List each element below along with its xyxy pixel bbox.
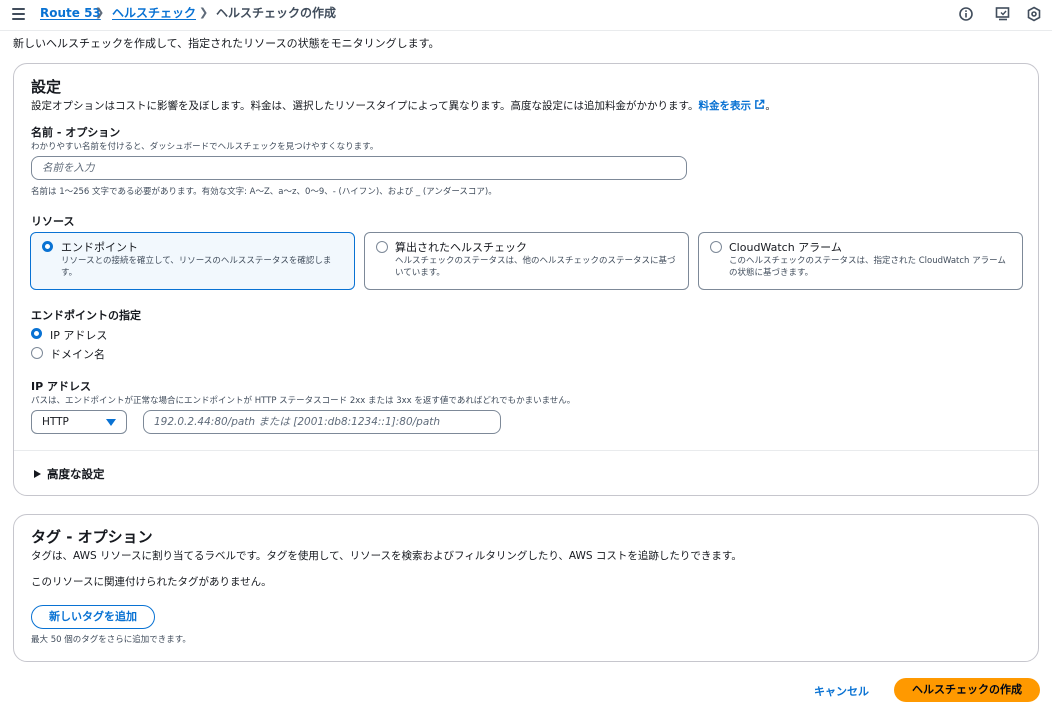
ip-address-label: IP アドレス <box>31 380 91 393</box>
resource-tile-title: CloudWatch アラーム <box>729 241 842 254</box>
resource-tile-endpoint[interactable]: エンドポイント リソースとの接続を確立して、リソースのヘルスステータスを確認しま… <box>30 232 355 290</box>
caret-down-icon <box>106 419 116 426</box>
caret-right-icon <box>34 470 41 478</box>
section-divider <box>14 450 1038 451</box>
protocol-select-value: HTTP <box>42 416 69 428</box>
add-tag-button[interactable]: 新しいタグを追加 <box>31 605 155 629</box>
settings-hexagon-icon[interactable] <box>1026 6 1042 22</box>
tags-empty-text: このリソースに関連付けられたタグがありません。 <box>31 576 272 588</box>
view-pricing-link[interactable]: 料金を表示 <box>698 100 751 112</box>
resource-tile-description: ヘルスチェックのステータスは、他のヘルスチェックのステータスに基づいています。 <box>395 256 676 278</box>
settings-heading: 設定 <box>31 78 62 96</box>
name-constraint-text: 名前は 1〜256 文字である必要があります。有効な文字: A〜Z、a〜z、0〜… <box>31 187 497 197</box>
tags-description: タグは、AWS リソースに割り当てるラベルです。タグを使用して、リソースを検索お… <box>31 550 742 562</box>
breadcrumb-health-checks[interactable]: ヘルスチェック <box>112 5 196 21</box>
endpoint-spec-option-domain[interactable]: ドメイン名 <box>31 346 191 362</box>
create-health-check-button[interactable]: ヘルスチェックの作成 <box>894 678 1040 702</box>
name-input[interactable]: 名前を入力 <box>31 156 687 180</box>
breadcrumb-route53[interactable]: Route 53 <box>40 5 101 21</box>
endpoint-spec-label: エンドポイントの指定 <box>31 309 141 322</box>
name-description: わかりやすい名前を付けると、ダッシュボードでヘルスチェックを見つけやすくなります… <box>31 142 379 152</box>
radio-ip-address[interactable] <box>31 328 42 339</box>
chevron-right-icon: ❯ <box>95 6 105 19</box>
advanced-settings-label: 高度な設定 <box>47 467 105 481</box>
resource-tile-cloudwatch-alarm[interactable]: CloudWatch アラーム このヘルスチェックのステータスは、指定された C… <box>698 232 1023 290</box>
feedback-icon[interactable] <box>995 6 1011 22</box>
resource-tile-description: このヘルスチェックのステータスは、指定された CloudWatch アラームの状… <box>729 256 1006 278</box>
endpoint-spec-option-ip[interactable]: IP アドレス <box>31 327 191 343</box>
resource-tile-title: エンドポイント <box>61 241 138 254</box>
tags-limit-note: 最大 50 個のタグをさらに追加できます。 <box>31 635 191 645</box>
resource-label: リソース <box>31 215 75 228</box>
ip-address-description: パスは、エンドポイントが正常な場合にエンドポイントが HTTP ステータスコード… <box>31 396 576 406</box>
tags-container: タグ - オプション タグは、AWS リソースに割り当てるラベルです。タグを使用… <box>13 514 1039 662</box>
radio-cloudwatch-alarm[interactable] <box>710 241 722 253</box>
option-label: IP アドレス <box>50 329 108 342</box>
resource-tile-calculated[interactable]: 算出されたヘルスチェック ヘルスチェックのステータスは、他のヘルスチェックのステ… <box>364 232 689 290</box>
page-description: 新しいヘルスチェックを作成して、指定されたリソースの状態をモニタリングします。 <box>13 37 440 50</box>
protocol-select[interactable]: HTTP <box>31 410 127 434</box>
external-link-icon[interactable] <box>754 99 765 110</box>
top-navigation-bar: Route 53 ❯ ヘルスチェック ❯ ヘルスチェックの作成 <box>0 0 1052 31</box>
settings-description-suffix: 。 <box>765 100 776 112</box>
resource-tile-description: リソースとの接続を確立して、リソースのヘルスステータスを確認します。 <box>61 256 332 278</box>
ip-path-input[interactable]: 192.0.2.44:80/path または [2001:db8:1234::1… <box>143 410 501 434</box>
chevron-right-icon: ❯ <box>199 6 209 19</box>
name-label: 名前 - オプション <box>31 126 121 139</box>
settings-container: 設定 設定オプションはコストに影響を及ぼします。料金は、選択したリソースタイプに… <box>13 63 1039 496</box>
option-label: ドメイン名 <box>50 348 105 361</box>
info-icon[interactable] <box>958 6 974 22</box>
radio-endpoint[interactable] <box>42 241 53 252</box>
settings-description: 設定オプションはコストに影響を及ぼします。料金は、選択したリソースタイプによって… <box>31 98 776 113</box>
menu-icon[interactable] <box>12 8 25 20</box>
settings-description-text: 設定オプションはコストに影響を及ぼします。料金は、選択したリソースタイプによって… <box>31 100 699 112</box>
breadcrumb-current-page: ヘルスチェックの作成 <box>216 6 337 20</box>
cancel-button[interactable]: キャンセル <box>814 683 869 699</box>
tags-heading: タグ - オプション <box>31 528 153 546</box>
radio-calculated[interactable] <box>376 241 388 253</box>
radio-domain-name[interactable] <box>31 347 43 359</box>
resource-tile-title: 算出されたヘルスチェック <box>395 241 527 254</box>
